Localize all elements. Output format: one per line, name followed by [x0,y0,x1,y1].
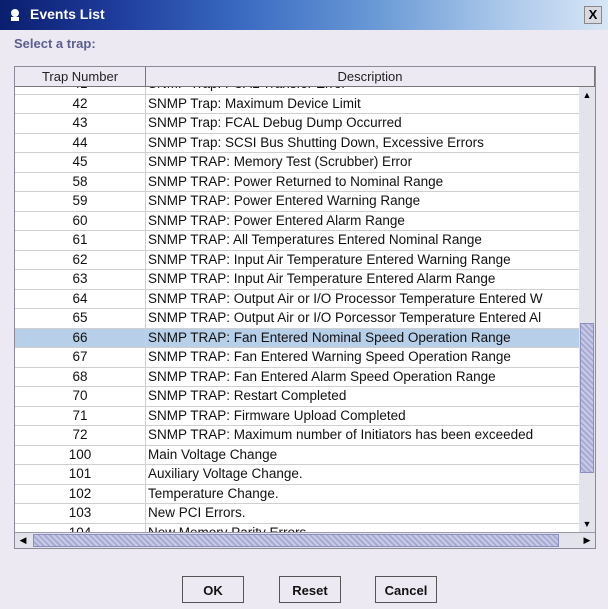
trap-number-cell: 62 [15,250,146,269]
table-row[interactable]: 60 SNMP TRAP: Power Entered Alarm Range [15,211,579,231]
ok-button[interactable]: OK [182,576,244,603]
description-cell: Temperature Change. [148,485,279,501]
trap-number-cell: 100 [15,445,146,464]
table-row[interactable]: 62 SNMP TRAP: Input Air Temperature Enter… [15,250,579,270]
table-row[interactable]: 102 Temperature Change. [15,484,579,504]
trap-number-cell: 104 [15,523,146,532]
description-cell: SNMP TRAP: Fan Entered Alarm Speed Opera… [148,368,496,384]
table-row[interactable]: 100 Main Voltage Change [15,445,579,465]
description-cell: SNMP TRAP: Restart Completed [148,388,347,403]
arrow-left-icon[interactable]: ◀ [15,533,31,548]
table-header: Trap Number Description [15,67,595,87]
trap-number-cell: 58 [15,172,146,191]
trap-number-cell: 66 [15,328,146,347]
trap-table: Trap Number Description 41SNMP Trap: FCA… [14,66,596,549]
table-row[interactable]: 43 SNMP Trap: FCAL Debug Dump Occurred [15,114,579,134]
arrow-down-icon[interactable]: ▼ [579,516,595,532]
description-cell: New PCI Errors. [148,505,246,520]
arrow-up-icon[interactable]: ▲ [579,87,595,103]
description-cell: SNMP TRAP: Input Air Temperature Entered… [148,251,511,267]
description-cell: SNMP Trap: FCAL Transfer Error [148,87,579,94]
table-row[interactable]: 64 SNMP TRAP: Output Air or I/O Processor… [15,289,579,309]
description-cell: SNMP TRAP: Output Air or I/O Porcessor T… [148,310,542,325]
reset-button[interactable]: Reset [279,576,341,603]
table-row[interactable]: 104 New Memory Parity Errors [15,523,579,533]
close-button[interactable]: X [584,6,602,24]
trap-number-cell: 63 [15,270,146,289]
table-row[interactable]: 58 SNMP TRAP: Power Returned to Nominal R… [15,172,579,192]
description-cell: New Memory Parity Errors [148,524,307,533]
column-header-description[interactable]: Description [146,67,595,87]
description-cell: SNMP Trap: SCSI Bus Shutting Down, Exces… [148,134,484,150]
table-row[interactable]: 44 SNMP Trap: SCSI Bus Shutting Down, Exc… [15,133,579,153]
description-cell: SNMP Trap: FCAL Debug Dump Occurred [148,115,402,130]
arrow-right-icon[interactable]: ▶ [579,533,595,548]
trap-number-cell: 43 [15,114,146,133]
trap-number-cell: 45 [15,153,146,172]
trap-number-cell: 65 [15,309,146,328]
table-row[interactable]: 45 SNMP TRAP: Memory Test (Scrubber) Erro… [15,153,579,173]
trap-number-cell: 41 [15,87,146,94]
table-viewport: 41SNMP Trap: FCAL Transfer Error42SNMP T… [15,87,579,532]
table-row[interactable]: 66 SNMP TRAP: Fan Entered Nominal Speed O… [15,328,579,348]
description-cell: SNMP TRAP: Memory Test (Scrubber) Error [148,154,413,169]
trap-number-cell: 61 [15,231,146,250]
window-title: Events List [30,6,105,22]
button-bar: OK Reset Cancel [0,576,608,604]
trap-number-cell: 67 [15,348,146,367]
table-row[interactable]: 65 SNMP TRAP: Output Air or I/O Porcessor… [15,309,579,329]
trap-number-cell: 44 [15,133,146,152]
description-cell: Auxiliary Voltage Change. [148,466,303,481]
vertical-scrollbar[interactable]: ▲ ▼ [579,87,595,532]
cancel-button[interactable]: Cancel [375,576,437,603]
trap-number-cell: 59 [15,192,146,211]
trap-number-cell: 42 [15,94,146,113]
trap-number-cell: 64 [15,289,146,308]
description-cell: SNMP TRAP: Maximum number of Initiators … [148,427,534,442]
table-row[interactable]: 61 SNMP TRAP: All Temperatures Entered No… [15,231,579,251]
table-row[interactable]: 67 SNMP TRAP: Fan Entered Warning Speed O… [15,348,579,368]
description-cell: SNMP TRAP: Output Air or I/O Processor T… [148,290,543,306]
trap-number-cell: 71 [15,406,146,425]
description-cell: SNMP TRAP: All Temperatures Entered Nomi… [148,232,482,247]
table-row[interactable]: 41SNMP Trap: FCAL Transfer Error [15,87,579,95]
column-header-trap-number[interactable]: Trap Number [15,67,146,87]
horizontal-scroll-thumb[interactable] [33,534,559,547]
description-cell: Main Voltage Change [148,446,278,462]
app-icon [11,9,19,21]
trap-number-cell: 60 [15,211,146,230]
description-cell: SNMP TRAP: Fan Entered Warning Speed Ope… [148,349,511,364]
select-trap-label: Select a trap: [14,36,96,51]
table-row[interactable]: 42 SNMP Trap: Maximum Device Limit [15,94,579,114]
trap-number-cell: 103 [15,504,146,523]
vertical-scroll-thumb[interactable] [580,323,594,473]
trap-number-cell: 101 [15,465,146,484]
table-row[interactable]: 71 SNMP TRAP: Firmware Upload Completed [15,406,579,426]
description-cell: SNMP TRAP: Fan Entered Nominal Speed Ope… [148,329,511,345]
table-row[interactable]: 70 SNMP TRAP: Restart Completed [15,387,579,407]
description-cell: SNMP TRAP: Input Air Temperature Entered… [148,271,496,286]
description-cell: SNMP TRAP: Power Entered Alarm Range [148,212,405,228]
description-cell: SNMP TRAP: Power Entered Warning Range [148,193,421,208]
table-row[interactable]: 72 SNMP TRAP: Maximum number of Initiator… [15,426,579,446]
table-row[interactable]: 63 SNMP TRAP: Input Air Temperature Enter… [15,270,579,290]
table-row[interactable]: 103 New PCI Errors. [15,504,579,524]
events-list-window: Events List X Select a trap: Trap Number… [0,0,608,609]
table-row[interactable]: 68 SNMP TRAP: Fan Entered Alarm Speed Ope… [15,367,579,387]
title-bar[interactable]: Events List X [0,0,608,30]
trap-number-cell: 68 [15,367,146,386]
description-cell: SNMP Trap: Maximum Device Limit [148,95,361,111]
table-row[interactable]: 59 SNMP TRAP: Power Entered Warning Range [15,192,579,212]
trap-number-cell: 72 [15,426,146,445]
trap-number-cell: 70 [15,387,146,406]
trap-number-cell: 102 [15,484,146,503]
description-cell: SNMP TRAP: Power Returned to Nominal Ran… [148,173,444,189]
description-cell: SNMP TRAP: Firmware Upload Completed [148,407,406,423]
table-row[interactable]: 101 Auxiliary Voltage Change. [15,465,579,485]
horizontal-scrollbar[interactable]: ◀ ▶ [15,532,595,548]
table-rows: 41SNMP Trap: FCAL Transfer Error42SNMP T… [15,87,579,532]
